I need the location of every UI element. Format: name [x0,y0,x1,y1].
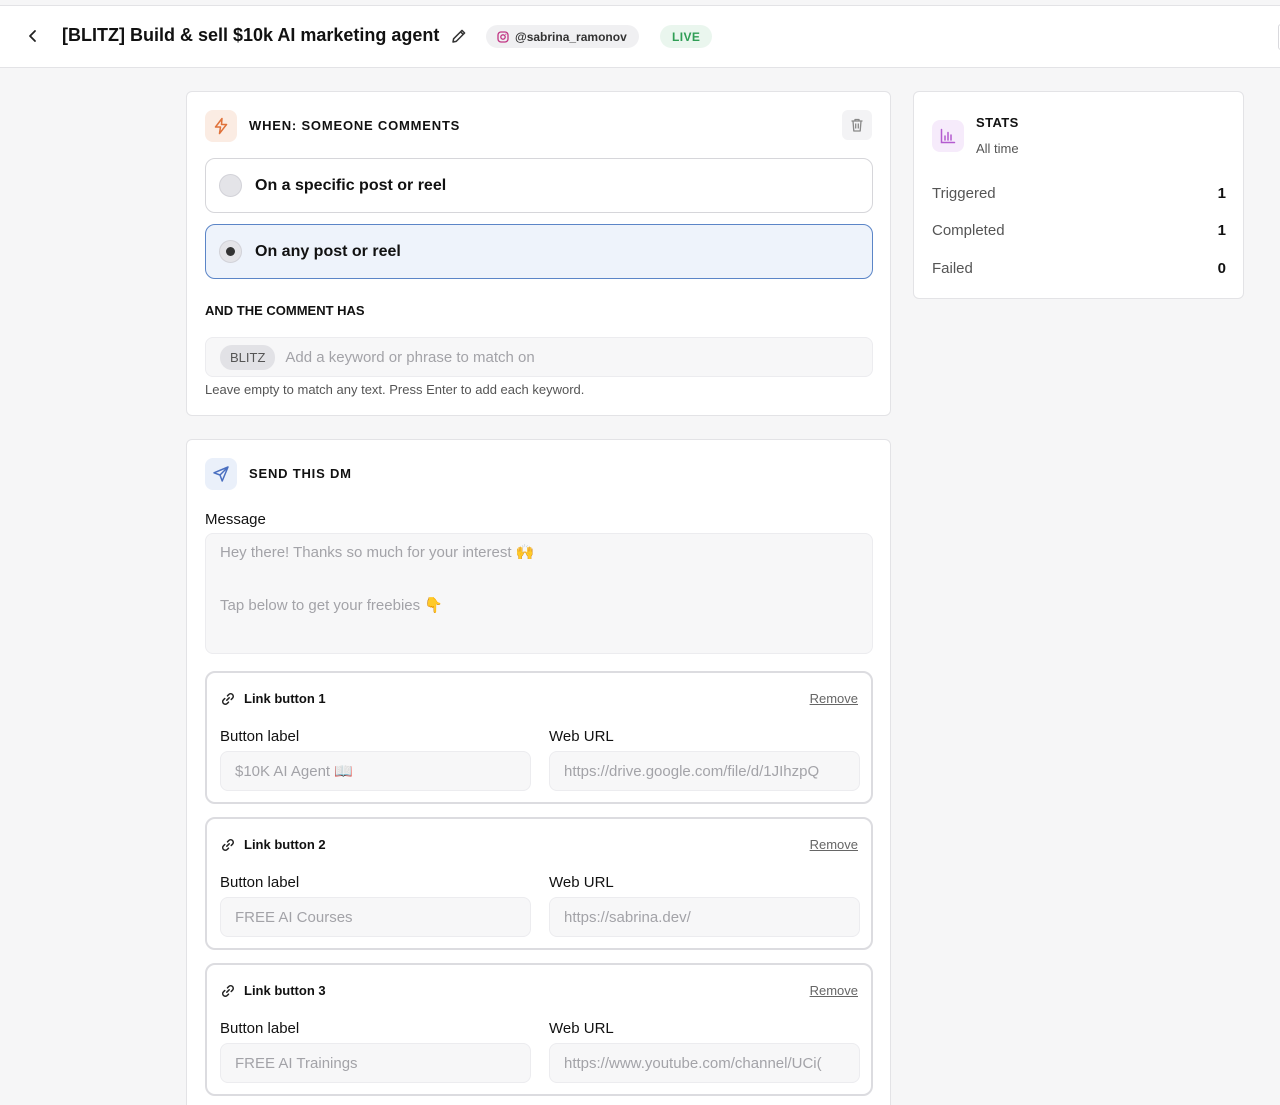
option-any-post[interactable]: On any post or reel [205,224,873,279]
chevron-left-icon [29,30,36,42]
keyword-input[interactable] [285,348,846,366]
trigger-icon-tile [205,110,237,142]
keyword-field[interactable]: BLITZ [205,337,873,377]
link-button-2: Link button 2 Remove Button label Web UR… [205,817,873,950]
web-url-caption: Web URL [549,728,614,745]
trigger-title: WHEN: SOMEONE COMMENTS [249,118,461,133]
button-label-caption: Button label [220,874,300,891]
bar-chart-icon [940,128,956,144]
button-label-caption: Button label [220,1020,300,1037]
keyword-chip[interactable]: BLITZ [220,344,276,370]
web-url-input[interactable] [549,751,860,791]
message-label: Message [205,511,266,528]
link-button-1: Link button 1 Remove Button label Web UR… [205,671,873,804]
option-specific-post[interactable]: On a specific post or reel [205,158,873,213]
stat-value: 1 [1217,222,1226,239]
dm-icon-tile [205,458,237,490]
radio-selected[interactable] [219,240,242,263]
trash-icon [851,118,863,132]
stat-name: Triggered [932,185,996,202]
stat-name: Completed [932,222,1005,239]
stats-title: STATS [976,115,1019,130]
message-line: Tap below to get your freebies 👇 [220,597,443,614]
trigger-card: WHEN: SOMEONE COMMENTS On a specific pos… [186,91,891,416]
link-icon [222,839,234,851]
page-title: [BLITZ] Build & sell $10k AI marketing a… [62,25,440,45]
link-button-title: Link button 2 [244,837,326,852]
pencil-icon [452,29,466,43]
web-url-caption: Web URL [549,874,614,891]
dm-title: SEND THIS DM [249,466,352,481]
link-button-title: Link button 1 [244,691,326,706]
page-header: [BLITZ] Build & sell $10k AI marketing a… [0,6,1280,68]
status-badge: LIVE [660,25,713,48]
radio-unselected[interactable] [219,174,242,197]
button-label-input[interactable] [220,897,531,937]
button-label-input[interactable] [220,1043,531,1083]
web-url-input[interactable] [549,897,860,937]
delete-trigger-button[interactable] [842,110,872,140]
message-textarea[interactable]: Hey there! Thanks so much for your inter… [205,533,873,654]
keyword-help-text: Leave empty to match any text. Press Ent… [205,382,585,397]
lightning-icon [214,117,228,135]
stat-value: 1 [1217,185,1226,202]
link-button-title: Link button 3 [244,983,326,998]
account-badge: @sabrina_ramonov [486,25,639,48]
button-label-input[interactable] [220,751,531,791]
button-label-caption: Button label [220,728,300,745]
stats-card: STATS All time Triggered 1 Completed 1 F… [913,91,1244,299]
stat-row-completed: Completed 1 [932,222,1226,239]
stats-period: All time [976,141,1019,156]
stat-name: Failed [932,260,973,277]
option-label: On any post or reel [255,242,401,260]
link-button-3: Link button 3 Remove Button label Web UR… [205,963,873,1096]
link-icon [222,693,234,705]
web-url-caption: Web URL [549,1020,614,1037]
dm-card: SEND THIS DM Message Hey there! Thanks s… [186,439,891,1105]
remove-link-button[interactable]: Remove [810,983,858,998]
web-url-input[interactable] [549,1043,860,1083]
comment-condition-label: AND THE COMMENT HAS [205,303,365,318]
send-icon [213,466,229,482]
back-button[interactable] [22,25,44,47]
remove-link-button[interactable]: Remove [810,691,858,706]
edit-title-button[interactable] [450,27,468,45]
stat-row-failed: Failed 0 [932,260,1226,277]
message-line: Hey there! Thanks so much for your inter… [220,544,535,561]
stats-icon-tile [932,120,964,152]
option-label: On a specific post or reel [255,176,447,194]
remove-link-button[interactable]: Remove [810,837,858,852]
stat-value: 0 [1217,260,1226,277]
account-handle: @sabrina_ramonov [515,29,627,44]
instagram-icon [497,30,509,43]
link-icon [222,985,234,997]
stat-row-triggered: Triggered 1 [932,185,1226,202]
